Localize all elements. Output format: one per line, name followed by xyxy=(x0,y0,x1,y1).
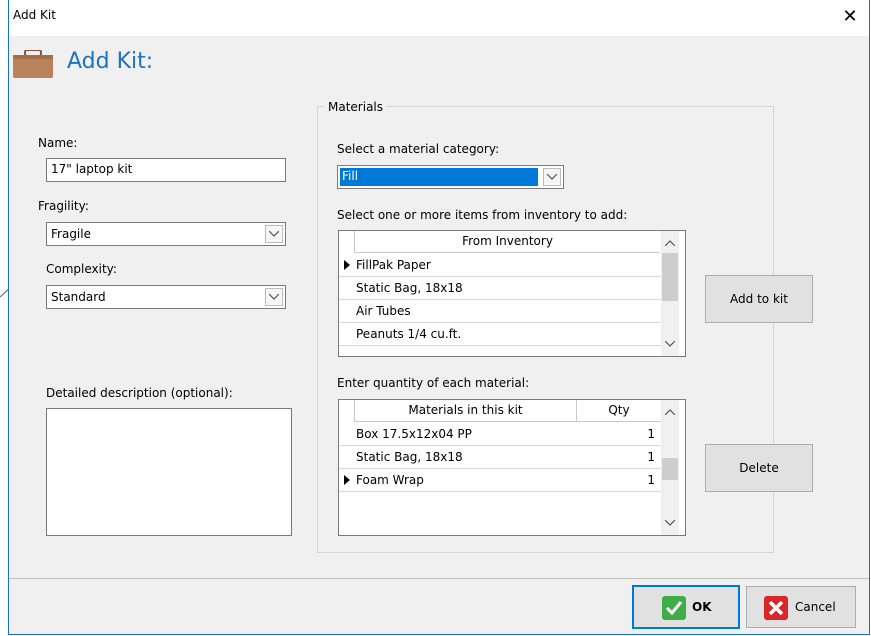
complexity-value: Standard xyxy=(51,290,106,304)
chevron-down-icon[interactable] xyxy=(543,168,561,186)
kit-item-name: Foam Wrap xyxy=(356,473,424,487)
list-item: FillPak Paper xyxy=(356,258,431,272)
scroll-down-icon[interactable] xyxy=(665,520,675,526)
scroll-up-icon[interactable] xyxy=(665,409,675,415)
kit-materials-grid: Materials in this kit Qty Box 17.5x12x04… xyxy=(338,399,686,536)
complexity-label: Complexity: xyxy=(46,262,117,276)
category-value: Fill xyxy=(342,169,359,183)
fragility-value: Fragile xyxy=(51,227,91,241)
chevron-down-icon[interactable] xyxy=(265,288,283,306)
delete-button[interactable]: Delete xyxy=(705,444,813,492)
add-to-kit-button[interactable]: Add to kit xyxy=(705,275,813,323)
x-icon xyxy=(764,596,788,620)
kit-item-qty[interactable]: 1 xyxy=(647,469,655,491)
kit-item-name: Static Bag, 18x18 xyxy=(356,450,463,464)
row-pointer-icon xyxy=(344,475,350,485)
fragility-label: Fragility: xyxy=(38,199,89,213)
quantity-label: Enter quantity of each material: xyxy=(337,376,530,390)
ok-button[interactable]: OK xyxy=(632,585,740,629)
inventory-scrollbar[interactable] xyxy=(661,231,679,356)
description-textarea[interactable] xyxy=(46,408,292,536)
scrollbar-thumb[interactable] xyxy=(662,458,678,480)
category-select[interactable]: Fill xyxy=(337,165,564,189)
table-row[interactable]: Foam Wrap 1 xyxy=(339,469,661,492)
kit-item-qty[interactable]: 1 xyxy=(647,423,655,445)
briefcase-icon xyxy=(13,50,53,78)
checkmark-icon xyxy=(662,596,686,620)
description-label: Detailed description (optional): xyxy=(46,386,233,400)
list-item: Peanuts 1/4 cu.ft. xyxy=(356,327,462,341)
title-bar: Add Kit ✕ xyxy=(9,0,869,36)
kit-header-qty: Qty xyxy=(577,400,661,422)
complexity-select[interactable]: Standard xyxy=(46,285,286,309)
page-title: Add Kit: xyxy=(67,49,154,74)
list-item: Static Bag, 18x18 xyxy=(356,281,463,295)
add-kit-dialog: Add Kit ✕ Add Kit: Name: 17" laptop kit … xyxy=(8,0,870,635)
footer-divider xyxy=(9,578,869,579)
kit-header-name: Materials in this kit xyxy=(354,400,577,422)
fragility-select[interactable]: Fragile xyxy=(46,222,286,246)
name-label: Name: xyxy=(38,136,78,150)
materials-group-label: Materials xyxy=(325,100,387,114)
kit-item-name: Box 17.5x12x04 PP xyxy=(356,427,472,441)
scroll-up-icon[interactable] xyxy=(665,240,675,246)
inventory-grid: From Inventory FillPak Paper Static Bag,… xyxy=(338,230,686,357)
inventory-label: Select one or more items from inventory … xyxy=(337,208,628,222)
window-title: Add Kit xyxy=(13,8,56,22)
kit-item-qty[interactable]: 1 xyxy=(647,446,655,468)
table-row[interactable]: Static Bag, 18x18 xyxy=(339,277,661,300)
scroll-down-icon[interactable] xyxy=(665,341,675,347)
row-pointer-icon xyxy=(344,260,350,270)
name-field[interactable]: 17" laptop kit xyxy=(46,158,286,182)
kit-scrollbar[interactable] xyxy=(661,400,679,535)
table-row[interactable]: Static Bag, 18x18 1 xyxy=(339,446,661,469)
ok-label: OK xyxy=(692,600,712,614)
category-label: Select a material category: xyxy=(337,142,500,156)
scrollbar-thumb[interactable] xyxy=(662,253,678,301)
cancel-button[interactable]: Cancel xyxy=(746,586,856,628)
chevron-down-icon[interactable] xyxy=(265,225,283,243)
cancel-label: Cancel xyxy=(795,600,836,614)
table-row[interactable]: FillPak Paper xyxy=(339,254,661,277)
close-button[interactable]: ✕ xyxy=(835,4,865,30)
list-item: Air Tubes xyxy=(356,304,411,318)
inventory-header: From Inventory xyxy=(354,231,660,253)
table-row[interactable]: Box 17.5x12x04 PP 1 xyxy=(339,423,661,446)
table-row[interactable]: Peanuts 1/4 cu.ft. xyxy=(339,323,661,346)
table-row[interactable]: Air Tubes xyxy=(339,300,661,323)
